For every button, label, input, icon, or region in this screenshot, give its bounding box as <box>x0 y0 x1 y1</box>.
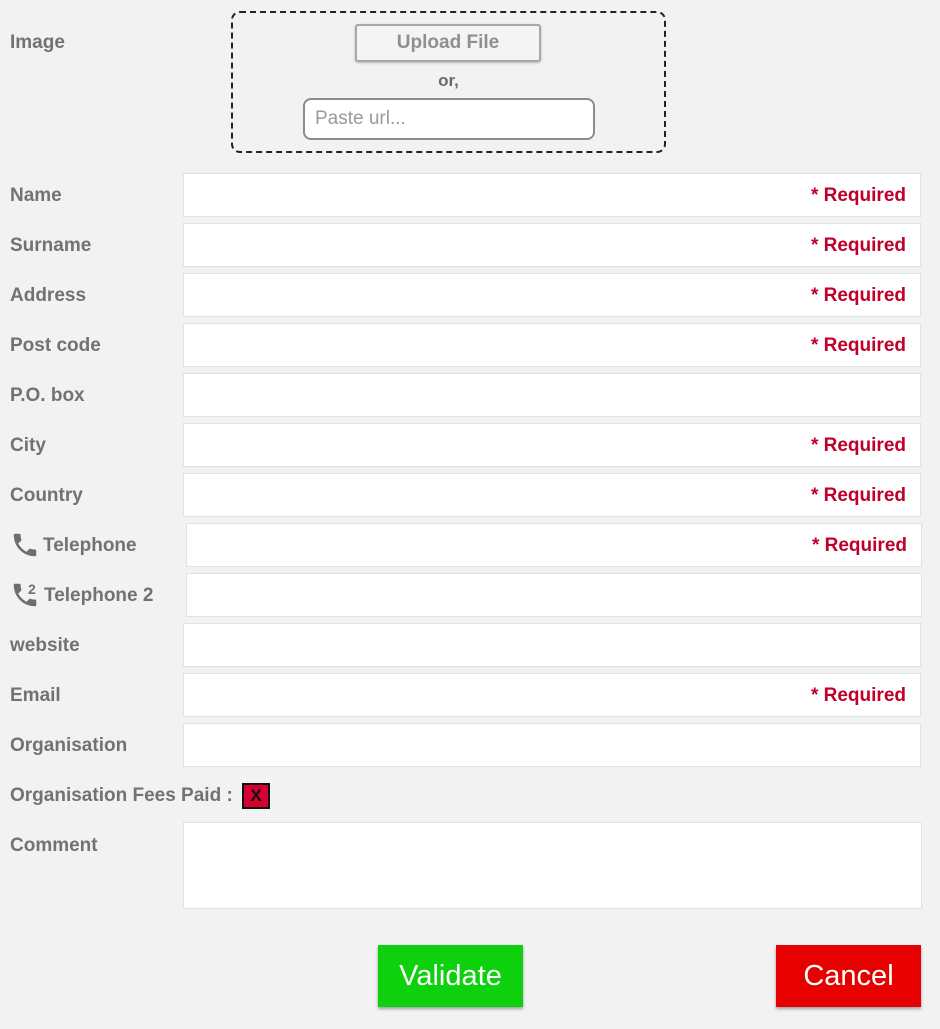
comment-label: Comment <box>10 835 98 856</box>
image-url-input[interactable] <box>303 98 595 140</box>
name-label: Name <box>10 185 62 206</box>
post-code-field[interactable]: * Required <box>183 323 921 367</box>
validate-button[interactable]: Validate <box>378 945 523 1007</box>
required-indicator: * Required <box>810 335 906 356</box>
required-indicator: * Required <box>810 185 906 206</box>
surname-field[interactable]: * Required <box>183 223 921 267</box>
required-indicator: * Required <box>810 685 906 706</box>
telephone-2-field[interactable] <box>186 573 922 617</box>
comment-textarea[interactable] <box>183 822 922 909</box>
image-label: Image <box>10 32 65 53</box>
surname-label: Surname <box>10 235 92 256</box>
email-label: Email <box>10 685 61 706</box>
country-label: Country <box>10 485 83 506</box>
address-label: Address <box>10 285 87 306</box>
po-box-label: P.O. box <box>10 385 85 406</box>
image-upload-area[interactable]: Upload File or, <box>231 11 666 153</box>
organisation-fees-label: Organisation Fees Paid : <box>10 785 233 806</box>
country-field[interactable]: * Required <box>183 473 921 517</box>
organisation-label: Organisation <box>10 735 128 756</box>
cancel-button[interactable]: Cancel <box>776 945 921 1007</box>
telephone-field[interactable]: * Required <box>186 523 922 567</box>
organisation-field[interactable] <box>183 723 921 767</box>
required-indicator: * Required <box>810 485 906 506</box>
upload-file-button[interactable]: Upload File <box>355 24 541 62</box>
phone-2-superscript: 2 <box>28 581 36 597</box>
post-code-label: Post code <box>10 335 101 356</box>
website-field[interactable] <box>183 623 921 667</box>
city-field[interactable]: * Required <box>183 423 921 467</box>
telephone-label: Telephone <box>43 535 137 556</box>
required-indicator: * Required <box>810 285 906 306</box>
city-label: City <box>10 435 46 456</box>
telephone-2-label: Telephone 2 <box>44 585 154 606</box>
email-field[interactable]: * Required <box>183 673 921 717</box>
phone-icon <box>10 530 40 565</box>
required-indicator: * Required <box>811 535 907 556</box>
po-box-field[interactable] <box>183 373 921 417</box>
required-indicator: * Required <box>810 435 906 456</box>
website-label: website <box>10 635 80 656</box>
address-field[interactable]: * Required <box>183 273 921 317</box>
or-separator: or, <box>438 71 459 90</box>
name-field[interactable]: * Required <box>183 173 921 217</box>
required-indicator: * Required <box>810 235 906 256</box>
fees-paid-toggle[interactable]: X <box>242 783 270 809</box>
